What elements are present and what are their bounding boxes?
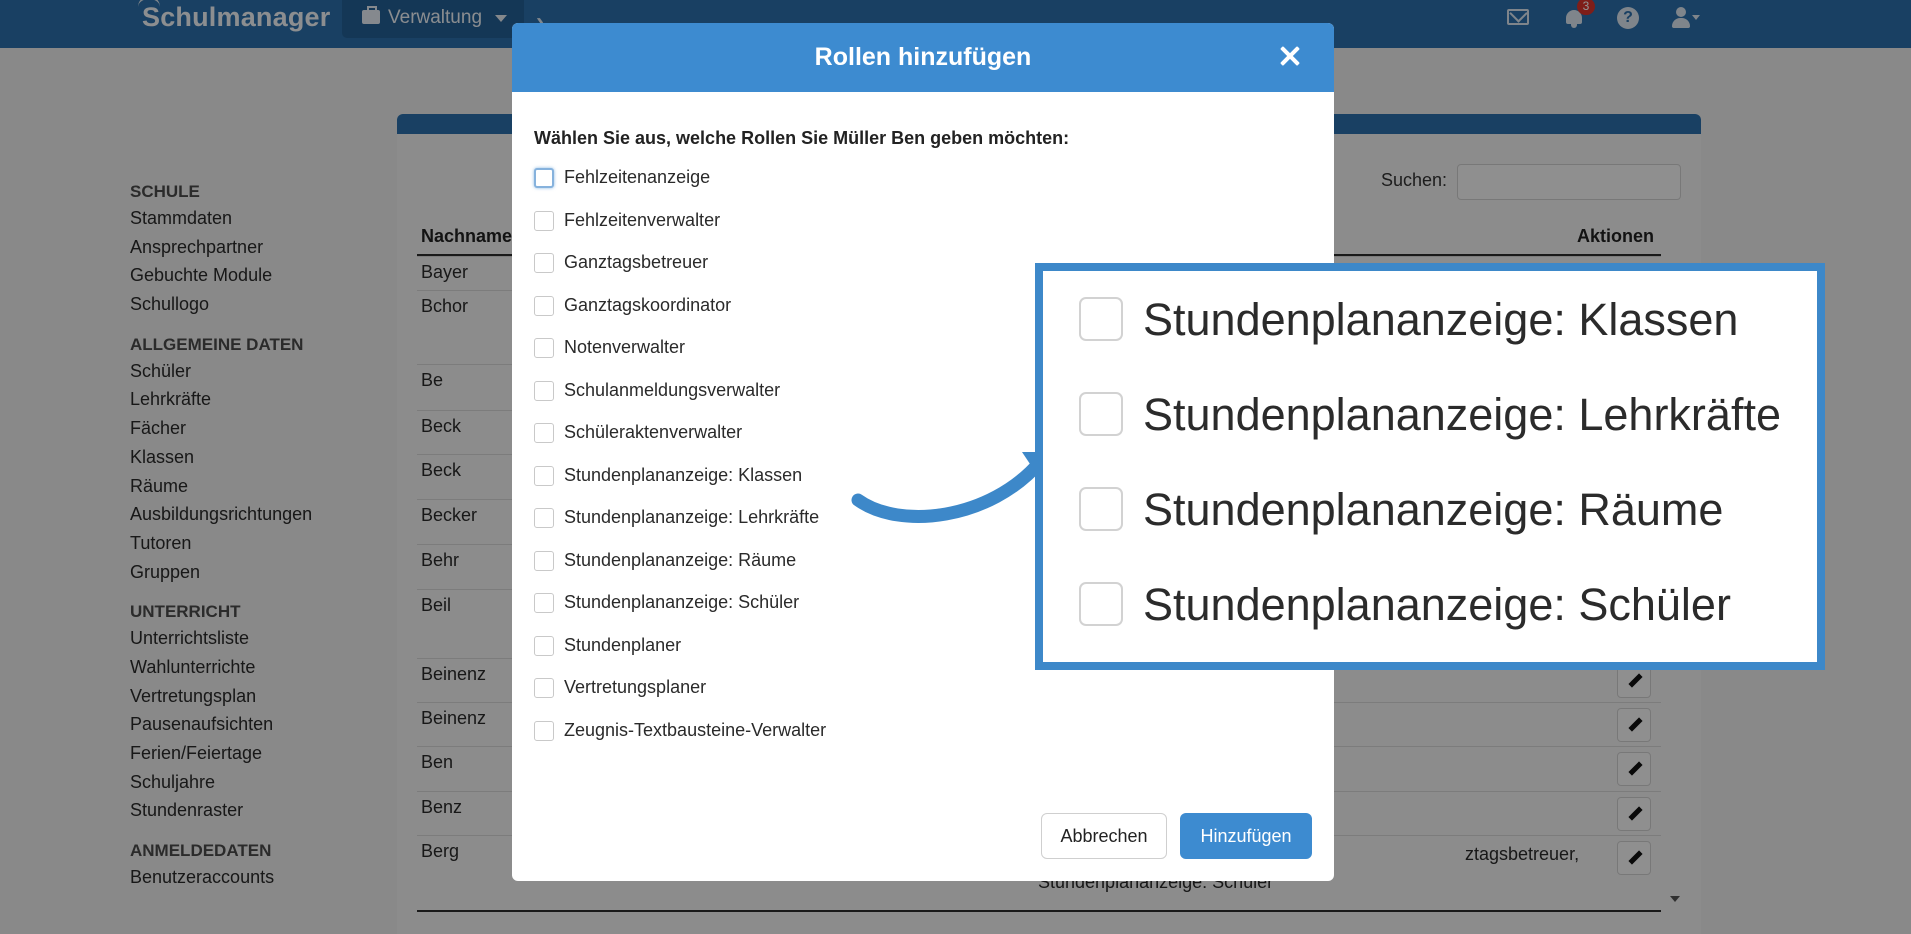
zoomed-role-label: Stundenplananzeige: Schüler: [1143, 579, 1731, 630]
zoomed-role-label: Stundenplananzeige: Lehrkräfte: [1143, 389, 1781, 440]
zoomed-checkbox: [1079, 487, 1123, 531]
zoomed-role-label: Stundenplananzeige: Klassen: [1143, 294, 1739, 345]
zoomed-checkbox: [1079, 582, 1123, 626]
zoomed-role-option: Stundenplananzeige: Räume: [1079, 484, 1779, 535]
zoomed-role-option: Stundenplananzeige: Schüler: [1079, 579, 1779, 630]
zoom-callout: Stundenplananzeige: Klassen Stundenplanan…: [1035, 263, 1825, 670]
zoomed-checkbox: [1079, 392, 1123, 436]
zoomed-checkbox: [1079, 297, 1123, 341]
zoomed-role-option: Stundenplananzeige: Lehrkräfte: [1079, 389, 1781, 440]
zoomed-role-label: Stundenplananzeige: Räume: [1143, 484, 1724, 535]
zoomed-role-option: Stundenplananzeige: Klassen: [1079, 294, 1779, 345]
